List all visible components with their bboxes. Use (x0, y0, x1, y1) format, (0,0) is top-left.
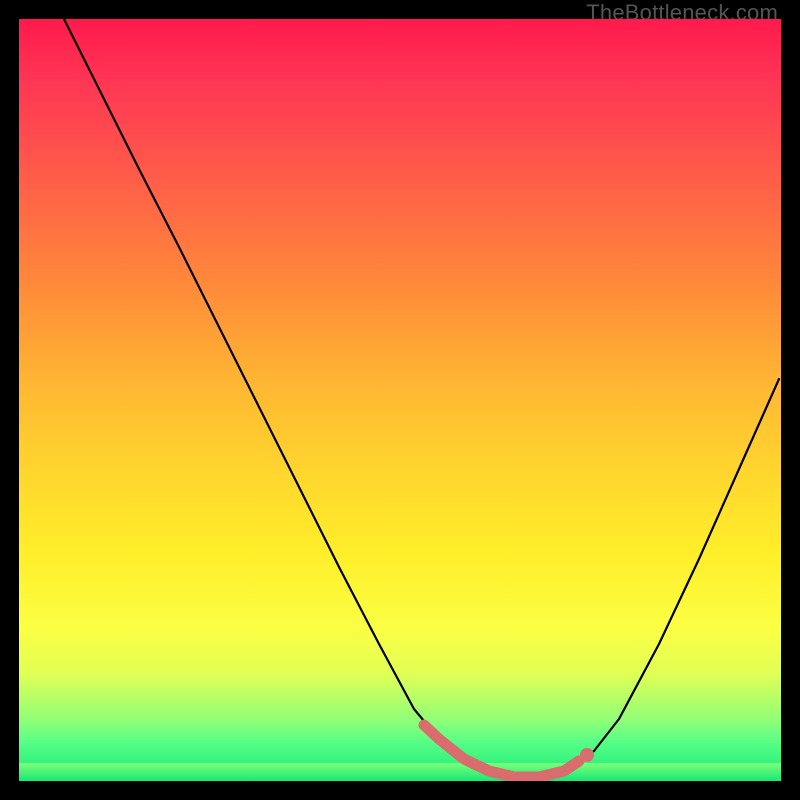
highlight-segment (424, 725, 579, 777)
bottleneck-curve (64, 19, 779, 777)
chart-stage: TheBottleneck.com (0, 0, 800, 800)
plot-area (19, 19, 781, 781)
highlight-dot (580, 748, 594, 762)
curve-svg (19, 19, 781, 781)
